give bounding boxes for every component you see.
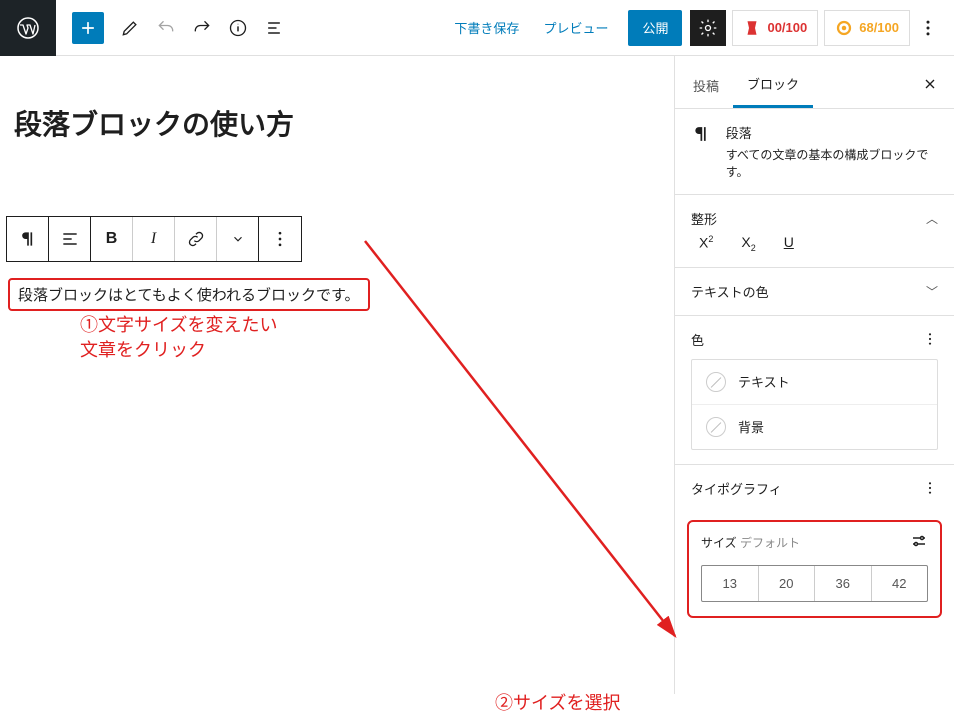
typography-size-panel: サイズ デフォルト 13 20 36 42 [687,520,942,618]
align-icon [60,229,80,249]
seo-target-icon [835,19,853,37]
outline-button[interactable] [256,10,292,46]
kebab-icon [270,229,290,249]
section-text-color[interactable]: テキストの色 ﹀ [675,268,954,316]
section-typography-header: タイポグラフィ [675,465,954,512]
color-card: テキスト 背景 [691,359,938,450]
swatch-none-icon [706,372,726,392]
info-icon [228,18,248,38]
kebab-icon [918,18,938,38]
section-format[interactable]: 整形 ︿ X2 X2 U [675,195,954,268]
block-toolbar: B I [6,216,302,262]
block-more-button[interactable] [259,217,301,261]
more-options-button[interactable] [910,10,946,46]
section-color: 色 テキスト 背景 [675,316,954,465]
info-button[interactable] [220,10,256,46]
block-description: 段落 すべての文章の基本の構成ブロックです。 [675,109,954,195]
chevron-up-icon: ︿ [926,210,938,227]
section-typo-label: タイポグラフィ [691,479,782,498]
topbar-right-tools: 下書き保存 プレビュー 公開 00/100 68/100 [442,10,954,46]
chevron-down-icon [231,232,245,246]
color-options-button[interactable] [922,331,938,347]
editor-topbar: 下書き保存 プレビュー 公開 00/100 68/100 [0,0,954,56]
font-size-segments: 13 20 36 42 [701,565,928,602]
preview-button[interactable]: プレビュー [531,10,620,46]
align-button[interactable] [49,217,91,261]
sliders-icon [910,532,928,550]
seo-score-readability[interactable]: 00/100 [732,10,818,46]
settings-sidebar: 投稿 ブロック 段落 すべての文章の基本の構成ブロックです。 整形 ︿ X2 X… [674,56,954,694]
paragraph-block[interactable]: 段落ブロックはとてもよく使われるブロックです。 [8,278,370,311]
editor-canvas[interactable]: B I 段落ブロックはとてもよく使われるブロックです。 ①文字サイズを変えたい … [0,56,674,694]
sidebar-close-button[interactable] [910,68,950,105]
wordpress-logo[interactable] [0,0,56,56]
typo-options-button[interactable] [922,480,938,496]
close-icon [922,76,938,92]
tab-block[interactable]: ブロック [733,64,813,108]
annotation-1: ①文字サイズを変えたい 文章をクリック [80,313,277,363]
italic-button[interactable]: I [133,217,175,261]
pencil-icon [120,18,140,38]
bold-button[interactable]: B [91,217,133,261]
seo-badge-icon [743,19,761,37]
annotation-arrow [360,236,700,656]
block-name: 段落 [726,123,938,142]
superscript-button[interactable]: X2 [699,234,713,253]
undo-button[interactable] [148,10,184,46]
more-rich-text-button[interactable] [217,217,259,261]
section-color-label: 色 [691,330,704,349]
seo-score-analysis[interactable]: 68/100 [824,10,910,46]
publish-button[interactable]: 公開 [628,10,682,46]
color-text-option[interactable]: テキスト [692,360,937,404]
wordpress-icon [16,16,40,40]
kebab-icon [922,331,938,347]
italic-icon: I [151,230,156,248]
size-label: サイズ [701,536,737,550]
sidebar-tabs: 投稿 ブロック [675,56,954,109]
size-option-36[interactable]: 36 [814,566,871,601]
plus-icon [78,18,98,38]
edit-mode-button[interactable] [112,10,148,46]
size-option-13[interactable]: 13 [702,566,758,601]
block-type-button[interactable] [7,217,49,261]
redo-button[interactable] [184,10,220,46]
kebab-icon [922,480,938,496]
seo-score-1-value: 00/100 [767,20,807,35]
list-icon [264,18,284,38]
size-default: デフォルト [740,536,800,550]
redo-icon [192,18,212,38]
subscript-button[interactable]: X2 [741,234,755,253]
settings-button[interactable] [690,10,726,46]
add-block-button[interactable] [72,12,104,44]
topbar-left-tools [56,10,292,46]
link-button[interactable] [175,217,217,261]
gear-icon [698,18,718,38]
section-textcolor-label: テキストの色 [691,282,769,301]
annotation-2: ②サイズを選択 [495,691,620,716]
size-option-20[interactable]: 20 [758,566,815,601]
seo-score-2-value: 68/100 [859,20,899,35]
size-settings-button[interactable] [910,532,928,553]
chevron-down-icon: ﹀ [926,283,938,300]
swatch-none-icon [706,417,726,437]
bold-icon: B [106,230,118,248]
underline-button[interactable]: U [784,234,794,253]
undo-icon [156,18,176,38]
post-title-input[interactable] [12,106,662,140]
size-option-42[interactable]: 42 [871,566,928,601]
tab-post[interactable]: 投稿 [679,66,733,107]
section-format-label: 整形 [691,209,717,228]
save-draft-button[interactable]: 下書き保存 [442,10,531,46]
block-desc-text: すべての文章の基本の構成ブロックです。 [726,148,929,179]
editor-main: B I 段落ブロックはとてもよく使われるブロックです。 ①文字サイズを変えたい … [0,56,954,694]
link-icon [186,229,206,249]
paragraph-icon [691,123,712,145]
color-bg-option[interactable]: 背景 [692,404,937,449]
paragraph-icon [18,229,38,249]
